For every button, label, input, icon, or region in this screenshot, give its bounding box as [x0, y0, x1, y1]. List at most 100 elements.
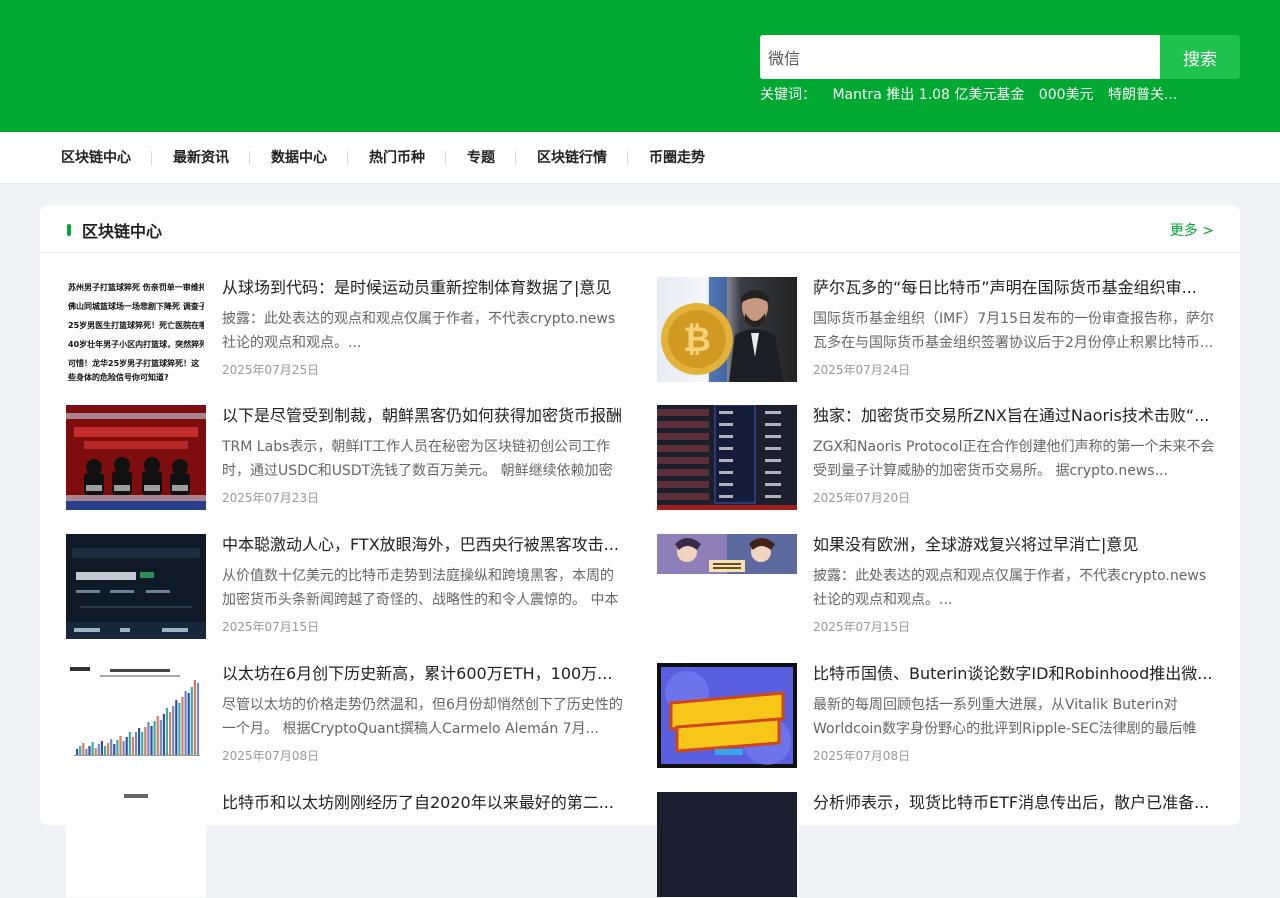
article-thumbnail[interactable]	[66, 663, 206, 768]
thumb-bar	[196, 683, 200, 755]
thumb-bar	[162, 714, 165, 755]
article-thumbnail[interactable]	[66, 792, 206, 897]
blockchain-center-panel: 区块链中心 更多 > 苏州男子打篮球猝死 伤亲罚单一审维持原判 佛山同城篮球场一…	[40, 205, 1240, 897]
thumb-bar	[122, 741, 125, 755]
article-thumbnail[interactable]: ₿	[657, 277, 797, 382]
search-input[interactable]	[760, 35, 1160, 79]
article-title[interactable]: 从球场到代码：是时候运动员重新控制体育数据了|意见	[222, 277, 626, 299]
thumb-bar	[134, 732, 138, 755]
article-item[interactable]: 比特币国债、Buterin谈论数字ID和Robinhood推出微... 最新的每…	[657, 663, 1217, 769]
article-date: 2025年07月15日	[813, 620, 911, 634]
thumb-bar	[169, 712, 172, 755]
keyword-link[interactable]: Mantra 推出 1.08 亿美元基金	[832, 87, 1024, 103]
nav-item-blockchain-market[interactable]: 区块链行情	[516, 132, 628, 184]
keyword-link[interactable]: 特朗普关...	[1108, 87, 1177, 103]
thumb-bar	[178, 703, 181, 755]
thumb-caption: 苏州男子打篮球猝死 伤亲罚单一审维持原判	[68, 283, 204, 292]
site-header: 搜索 关键词： Mantra 推出 1.08 亿美元基金 000美元 特朗普关.…	[0, 0, 1280, 132]
order-book-image	[657, 405, 797, 510]
article-item[interactable]: 独家：加密货币交易所ZNX旨在通过Naoris技术击败“... ZGX和Naor…	[657, 405, 1217, 511]
thumb-bar	[184, 691, 187, 755]
nav-item-topics[interactable]: 专题	[446, 132, 516, 184]
nav-item-data-center[interactable]: 数据中心	[250, 132, 348, 184]
more-link[interactable]: 更多 >	[1170, 220, 1214, 240]
article-date: 2025年07月25日	[222, 363, 320, 377]
article-thumbnail[interactable]	[66, 534, 206, 639]
article-item[interactable]: 比特币和以太坊刚刚经历了自2020年以来最好的第二...	[66, 792, 626, 898]
thumb-bar	[110, 739, 113, 755]
thumb-bar	[131, 737, 134, 755]
thumb-bar	[190, 687, 193, 755]
thumb-bar	[141, 732, 144, 755]
article-title[interactable]: 比特币国债、Buterin谈论数字ID和Robinhood推出微...	[813, 663, 1217, 685]
article-item[interactable]: 以下是尽管受到制裁，朝鲜黑客仍如何获得加密货币报酬 TRM Labs表示，朝鲜I…	[66, 405, 626, 511]
article-summary: 尽管以太坊的价格走势仍然温和，但6月份却悄然创下了历史性的一个月。 根据Cryp…	[222, 697, 623, 737]
keyword-link[interactable]: 000美元	[1039, 87, 1094, 103]
thumb-bar	[172, 706, 175, 755]
thumb-bar	[119, 736, 122, 755]
article-title[interactable]: 中本聪激动人心，FTX放眼海外，巴西央行被黑客攻击...	[222, 534, 626, 556]
thumb-bar	[150, 726, 153, 755]
article-summary: 从价值数十亿美元的比特币走势到法庭操纵和跨境黑客，本周的加密货币头条新闻跨越了奇…	[222, 568, 619, 608]
article-item[interactable]: 如果没有欧洲，全球游戏复兴将过早消亡|意见 披露：此处表达的观点和观点仅属于作者…	[657, 534, 1217, 640]
thumb-bar	[153, 721, 156, 755]
article-summary: ZGX和Naoris Protocol正在合作创建他们声称的第一个未来不会受到量…	[813, 439, 1215, 479]
section-title: 区块链中心	[82, 222, 163, 241]
article-item[interactable]: ₿ 萨尔瓦多的“每日比特币”声明在国际货币基金组织审... 国际货币基金组织（I…	[657, 277, 1217, 383]
thumb-bar	[175, 700, 178, 755]
thumb-bar	[147, 722, 150, 755]
article-date: 2025年07月08日	[222, 749, 320, 763]
article-title[interactable]: 独家：加密货币交易所ZNX旨在通过Naoris技术击败“...	[813, 405, 1217, 427]
thumb-bar	[107, 743, 110, 755]
thumb-caption: 25岁男医生打篮球猝死！死亡医院在哪?	[68, 321, 204, 330]
article-date: 2025年07月20日	[813, 491, 911, 505]
svg-text:₿: ₿	[683, 320, 711, 360]
article-title[interactable]: 分析师表示，现货比特币ETF消息传出后，散户已准备...	[813, 792, 1217, 814]
hot-keywords: 关键词： Mantra 推出 1.08 亿美元基金 000美元 特朗普关...	[760, 84, 1180, 104]
thumb-bar	[156, 716, 159, 755]
search-button[interactable]: 搜索	[1160, 35, 1240, 79]
article-date: 2025年07月24日	[813, 363, 911, 377]
article-item[interactable]: 苏州男子打篮球猝死 伤亲罚单一审维持原判 佛山同城篮球场一场悲剧下降死 调查子已…	[66, 277, 626, 383]
thumb-bar	[181, 697, 184, 755]
article-title[interactable]: 以太坊在6月创下历史新高，累计600万ETH，100万...	[222, 663, 626, 685]
article-thumbnail[interactable]	[657, 405, 797, 510]
article-title[interactable]: 比特币和以太坊刚刚经历了自2020年以来最好的第二...	[222, 792, 626, 814]
article-item[interactable]: 以太坊在6月创下历史新高，累计600万ETH，100万... 尽管以太坊的价格走…	[66, 663, 626, 769]
nav-item-hot-coins[interactable]: 热门币种	[348, 132, 446, 184]
thumb-bar	[103, 746, 107, 755]
thumb-bar	[193, 680, 196, 755]
article-thumbnail[interactable]	[657, 534, 797, 639]
panel-header: 区块链中心 更多 >	[40, 205, 1240, 253]
thumb-caption: 佛山同城篮球场一场悲剧下降死 调查子已停学	[68, 302, 204, 311]
article-thumbnail[interactable]: 苏州男子打篮球猝死 伤亲罚单一审维持原判 佛山同城篮球场一场悲剧下降死 调查子已…	[66, 277, 206, 382]
article-summary: 披露：此处表达的观点和观点仅属于作者，不代表crypto.news社论的观点和观…	[222, 311, 616, 351]
digimon-logo-image	[657, 663, 797, 768]
nav-item-latest-news[interactable]: 最新资讯	[152, 132, 250, 184]
bitcoin-coin-image: ₿	[661, 277, 783, 382]
thumb-bar	[76, 749, 79, 755]
nav-item-blockchain-center[interactable]: 区块链中心	[40, 132, 152, 184]
article-date: 2025年07月08日	[813, 749, 911, 763]
article-summary: 最新的每周回顾包括一系列重大进展，从Vitalik Buterin对Worldc…	[813, 697, 1197, 737]
thumb-bar	[159, 720, 162, 755]
article-title[interactable]: 如果没有欧洲，全球游戏复兴将过早消亡|意见	[813, 534, 1217, 556]
article-item[interactable]: 中本聪激动人心，FTX放眼海外，巴西央行被黑客攻击... 从价值数十亿美元的比特…	[66, 534, 626, 640]
nav-item-coin-trend[interactable]: 币圈走势	[628, 132, 726, 184]
chart-thumbnail	[124, 794, 148, 798]
thumb-bar	[128, 732, 131, 755]
thumb-bar	[116, 740, 119, 755]
article-thumbnail[interactable]	[657, 792, 797, 897]
thumb-bar	[138, 728, 141, 755]
thumb-bar	[94, 748, 97, 755]
article-thumbnail[interactable]	[657, 663, 797, 768]
thumb-bar	[187, 693, 190, 755]
article-item[interactable]: 分析师表示，现货比特币ETF消息传出后，散户已准备...	[657, 792, 1217, 898]
thumb-bar	[113, 744, 116, 755]
article-title[interactable]: 以下是尽管受到制裁，朝鲜黑客仍如何获得加密货币报酬	[222, 405, 626, 427]
thumb-bar	[79, 746, 82, 755]
article-title[interactable]: 萨尔瓦多的“每日比特币”声明在国际货币基金组织审...	[813, 277, 1217, 299]
article-summary: 国际货币基金组织（IMF）7月15日发布的一份审查报告称，萨尔瓦多在与国际货币基…	[813, 311, 1214, 351]
thumb-caption: 40岁壮年男子小区内打篮球，突然猝死	[68, 340, 204, 349]
article-thumbnail[interactable]	[66, 405, 206, 510]
